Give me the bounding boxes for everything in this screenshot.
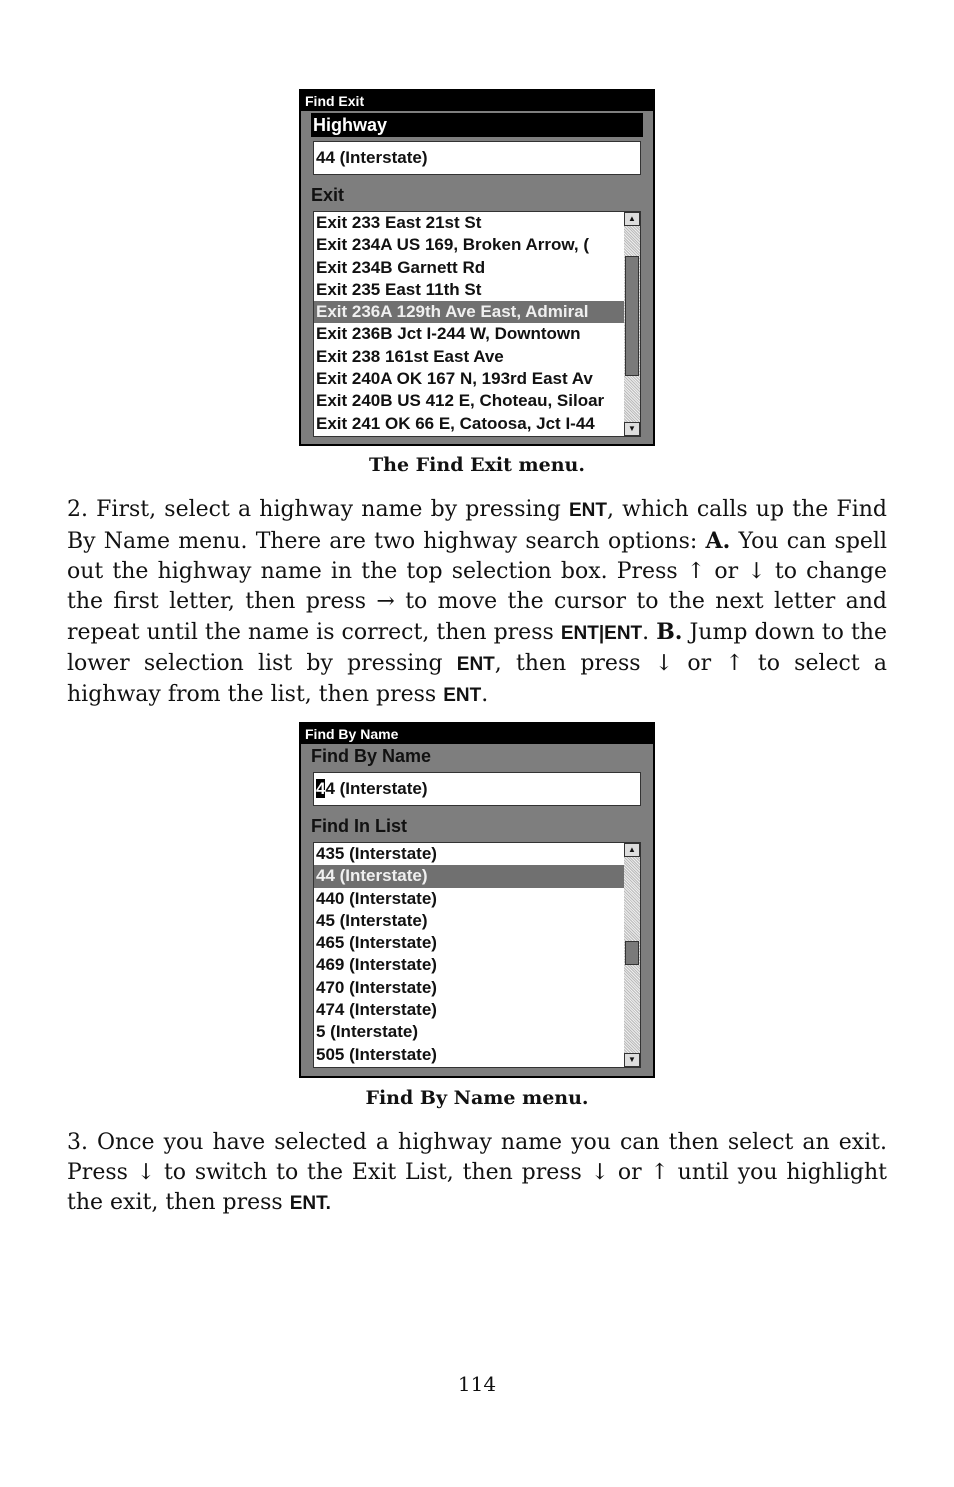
exit-list-row[interactable]: Exit 234A US 169, Broken Arrow, ( [314, 234, 624, 256]
exit-list-row[interactable]: Exit 234B Garnett Rd [314, 257, 624, 279]
scroll-down-icon[interactable]: ▼ [624, 422, 640, 436]
figure-caption: The Find Exit menu. [369, 454, 585, 476]
highway-list-row[interactable]: 440 (Interstate) [314, 888, 624, 910]
find-in-list-label: Find In List [311, 816, 407, 836]
find-by-name-screen: Find By Name Find By Name 44 (Interstate… [299, 722, 655, 1078]
name-input[interactable]: 44 (Interstate) [313, 772, 641, 806]
text: . [642, 620, 657, 645]
text: 2. First, select a highway name by press… [67, 497, 569, 522]
window-title: Find By Name [301, 724, 653, 744]
highway-list-row[interactable]: 5 (Interstate) [314, 1021, 624, 1043]
exit-list-row[interactable]: Exit 240A OK 167 N, 193rd East Av [314, 368, 624, 390]
key-ent: ENT [443, 685, 482, 706]
scroll-thumb[interactable] [625, 256, 639, 376]
key-ent-ent: ENT|ENT [560, 623, 643, 644]
highway-field[interactable]: 44 (Interstate) [313, 141, 641, 175]
highway-list-row[interactable]: 44 (Interstate) [314, 865, 624, 888]
page-number: 114 [457, 1372, 497, 1396]
highway-list-row[interactable]: 435 (Interstate) [314, 843, 624, 865]
scroll-up-icon[interactable]: ▲ [624, 843, 640, 857]
key-ent: ENT. [289, 1193, 331, 1214]
exit-list-row[interactable]: Exit 236B Jct I-244 W, Downtown [314, 323, 624, 345]
highway-list-row[interactable]: 505 (Interstate) [314, 1044, 624, 1066]
exit-list[interactable]: Exit 233 East 21st St Exit 234A US 169, B… [313, 211, 641, 437]
highway-label: Highway [311, 113, 643, 137]
option-a: A. [705, 528, 731, 554]
highway-list-row[interactable]: 465 (Interstate) [314, 932, 624, 954]
key-ent: ENT [568, 500, 607, 521]
highway-list-row[interactable]: 469 (Interstate) [314, 954, 624, 976]
option-b: B. [656, 619, 683, 645]
exit-list-row[interactable]: Exit 238 161st East Ave [314, 346, 624, 368]
scrollbar[interactable]: ▲ ▼ [624, 212, 640, 436]
exit-list-row[interactable]: Exit 241 OK 66 E, Catoosa, Jct I-44 [314, 413, 624, 435]
exit-list-row[interactable]: Exit 233 East 21st St [314, 212, 624, 234]
highway-list-row[interactable]: 45 (Interstate) [314, 910, 624, 932]
exit-label: Exit [311, 185, 345, 205]
highway-list-row[interactable]: 474 (Interstate) [314, 999, 624, 1021]
key-ent: ENT [456, 654, 495, 675]
highway-list[interactable]: 435 (Interstate) 44 (Interstate) 440 (Inte… [313, 842, 641, 1068]
scrollbar[interactable]: ▲ ▼ [624, 843, 640, 1067]
figure-caption: Find By Name menu. [365, 1087, 589, 1109]
scroll-down-icon[interactable]: ▼ [624, 1053, 640, 1067]
find-exit-screen: Find Exit Highway 44 (Interstate) Exit E… [299, 89, 655, 446]
text: . [481, 682, 489, 707]
scroll-up-icon[interactable]: ▲ [624, 212, 640, 226]
exit-list-row[interactable]: Exit 235 East 11th St [314, 279, 624, 301]
exit-list-row[interactable]: Exit 236A 129th Ave East, Admiral [314, 301, 624, 324]
instruction-paragraph-2: 2. First, select a highway name by press… [67, 495, 887, 711]
window-title: Find Exit [301, 91, 653, 111]
highway-list-row[interactable]: 470 (Interstate) [314, 977, 624, 999]
name-value: 4 (Interstate) [325, 779, 428, 798]
scroll-thumb[interactable] [625, 941, 639, 965]
find-by-name-label: Find By Name [311, 746, 432, 766]
instruction-paragraph-3: 3. Once you have selected a highway name… [67, 1128, 887, 1219]
exit-list-row[interactable]: Exit 240B US 412 E, Choteau, Siloar [314, 390, 624, 412]
text: 3. Once you have selected a highway name… [67, 1130, 887, 1215]
